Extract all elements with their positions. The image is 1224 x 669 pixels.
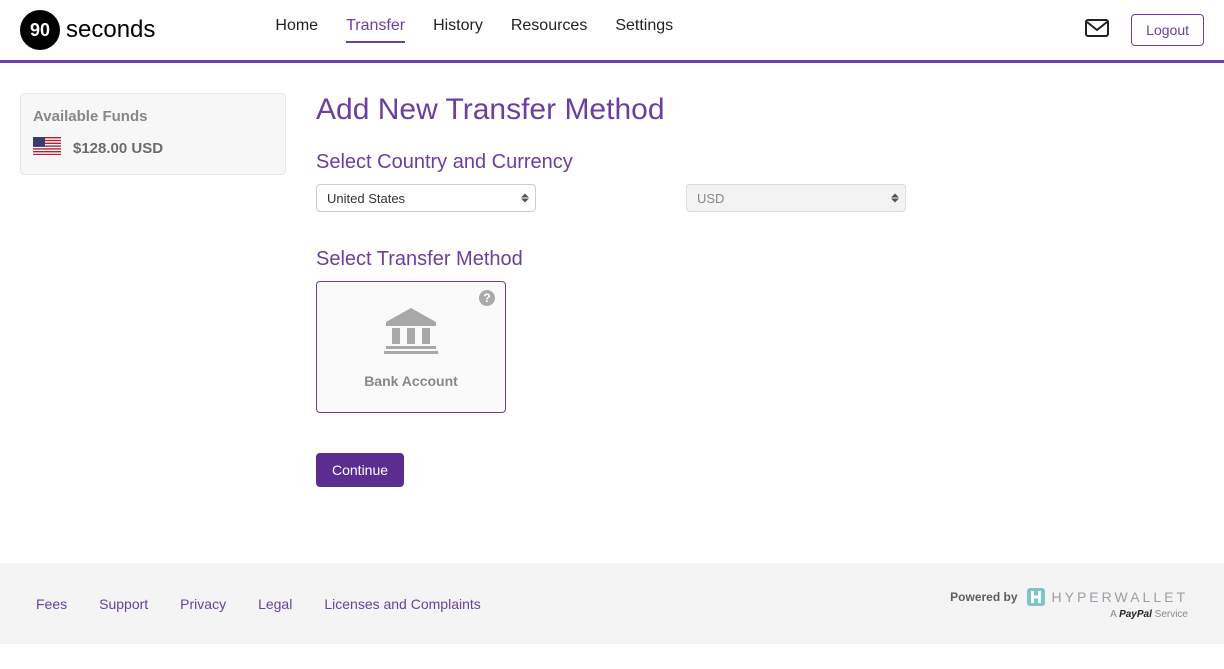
page-title: Add New Transfer Method [316,93,1204,127]
bank-icon [384,306,438,359]
nav-home[interactable]: Home [275,17,318,43]
footer: Fees Support Privacy Legal Licenses and … [0,563,1224,644]
powered-by-block: Powered by HYPERWALLET A PayPal Service [950,587,1188,620]
logout-button[interactable]: Logout [1131,14,1204,46]
available-funds-amount: $128.00 USD [73,140,163,157]
country-select[interactable]: United States [316,184,536,212]
nav-settings[interactable]: Settings [615,17,673,43]
footer-link-fees[interactable]: Fees [36,596,67,612]
mail-icon[interactable] [1085,19,1109,42]
transfer-method-bank-account[interactable]: ? Bank Account [316,281,506,413]
brand-mark: 90 [20,10,60,50]
available-funds-row: $128.00 USD [33,137,273,160]
footer-link-support[interactable]: Support [99,596,148,612]
section-transfer-method-title: Select Transfer Method [316,248,1204,271]
paypal-prefix: A [1110,609,1119,620]
transfer-method-label: Bank Account [364,373,458,389]
footer-link-licenses[interactable]: Licenses and Complaints [324,596,480,612]
page-body: Available Funds $128.00 USD [0,63,1224,563]
paypal-service-text: A PayPal Service [1110,609,1188,620]
paypal-brand: PayPal [1119,609,1152,620]
country-select-wrap: United States [316,184,536,212]
currency-select: USD [686,184,906,212]
footer-links: Fees Support Privacy Legal Licenses and … [36,596,481,612]
available-funds-card: Available Funds $128.00 USD [20,93,286,175]
brand-logo[interactable]: 90 seconds [20,10,155,50]
available-funds-title: Available Funds [33,108,273,125]
paypal-suffix: Service [1152,609,1188,620]
currency-select-wrap: USD [686,184,906,212]
continue-button[interactable]: Continue [316,453,404,487]
header-right: Logout [1085,14,1204,46]
us-flag-icon [33,137,61,160]
country-currency-row: United States USD [316,184,1204,212]
powered-by-row: Powered by HYPERWALLET [950,587,1188,607]
footer-link-privacy[interactable]: Privacy [180,596,226,612]
main-content: Add New Transfer Method Select Country a… [316,93,1204,503]
brand-name: seconds [66,16,155,44]
main-nav: Home Transfer History Resources Settings [275,17,673,43]
hyperwallet-icon [1026,587,1046,607]
section-country-currency-title: Select Country and Currency [316,151,1204,174]
footer-link-legal[interactable]: Legal [258,596,292,612]
nav-transfer[interactable]: Transfer [346,17,405,43]
nav-history[interactable]: History [433,17,483,43]
help-icon[interactable]: ? [479,290,495,306]
hyperwallet-logo: HYPERWALLET [1026,587,1188,607]
header: 90 seconds Home Transfer History Resourc… [0,0,1224,63]
sidebar: Available Funds $128.00 USD [20,93,286,503]
nav-resources[interactable]: Resources [511,17,587,43]
hyperwallet-text: HYPERWALLET [1052,589,1188,605]
powered-by-text: Powered by [950,590,1017,604]
